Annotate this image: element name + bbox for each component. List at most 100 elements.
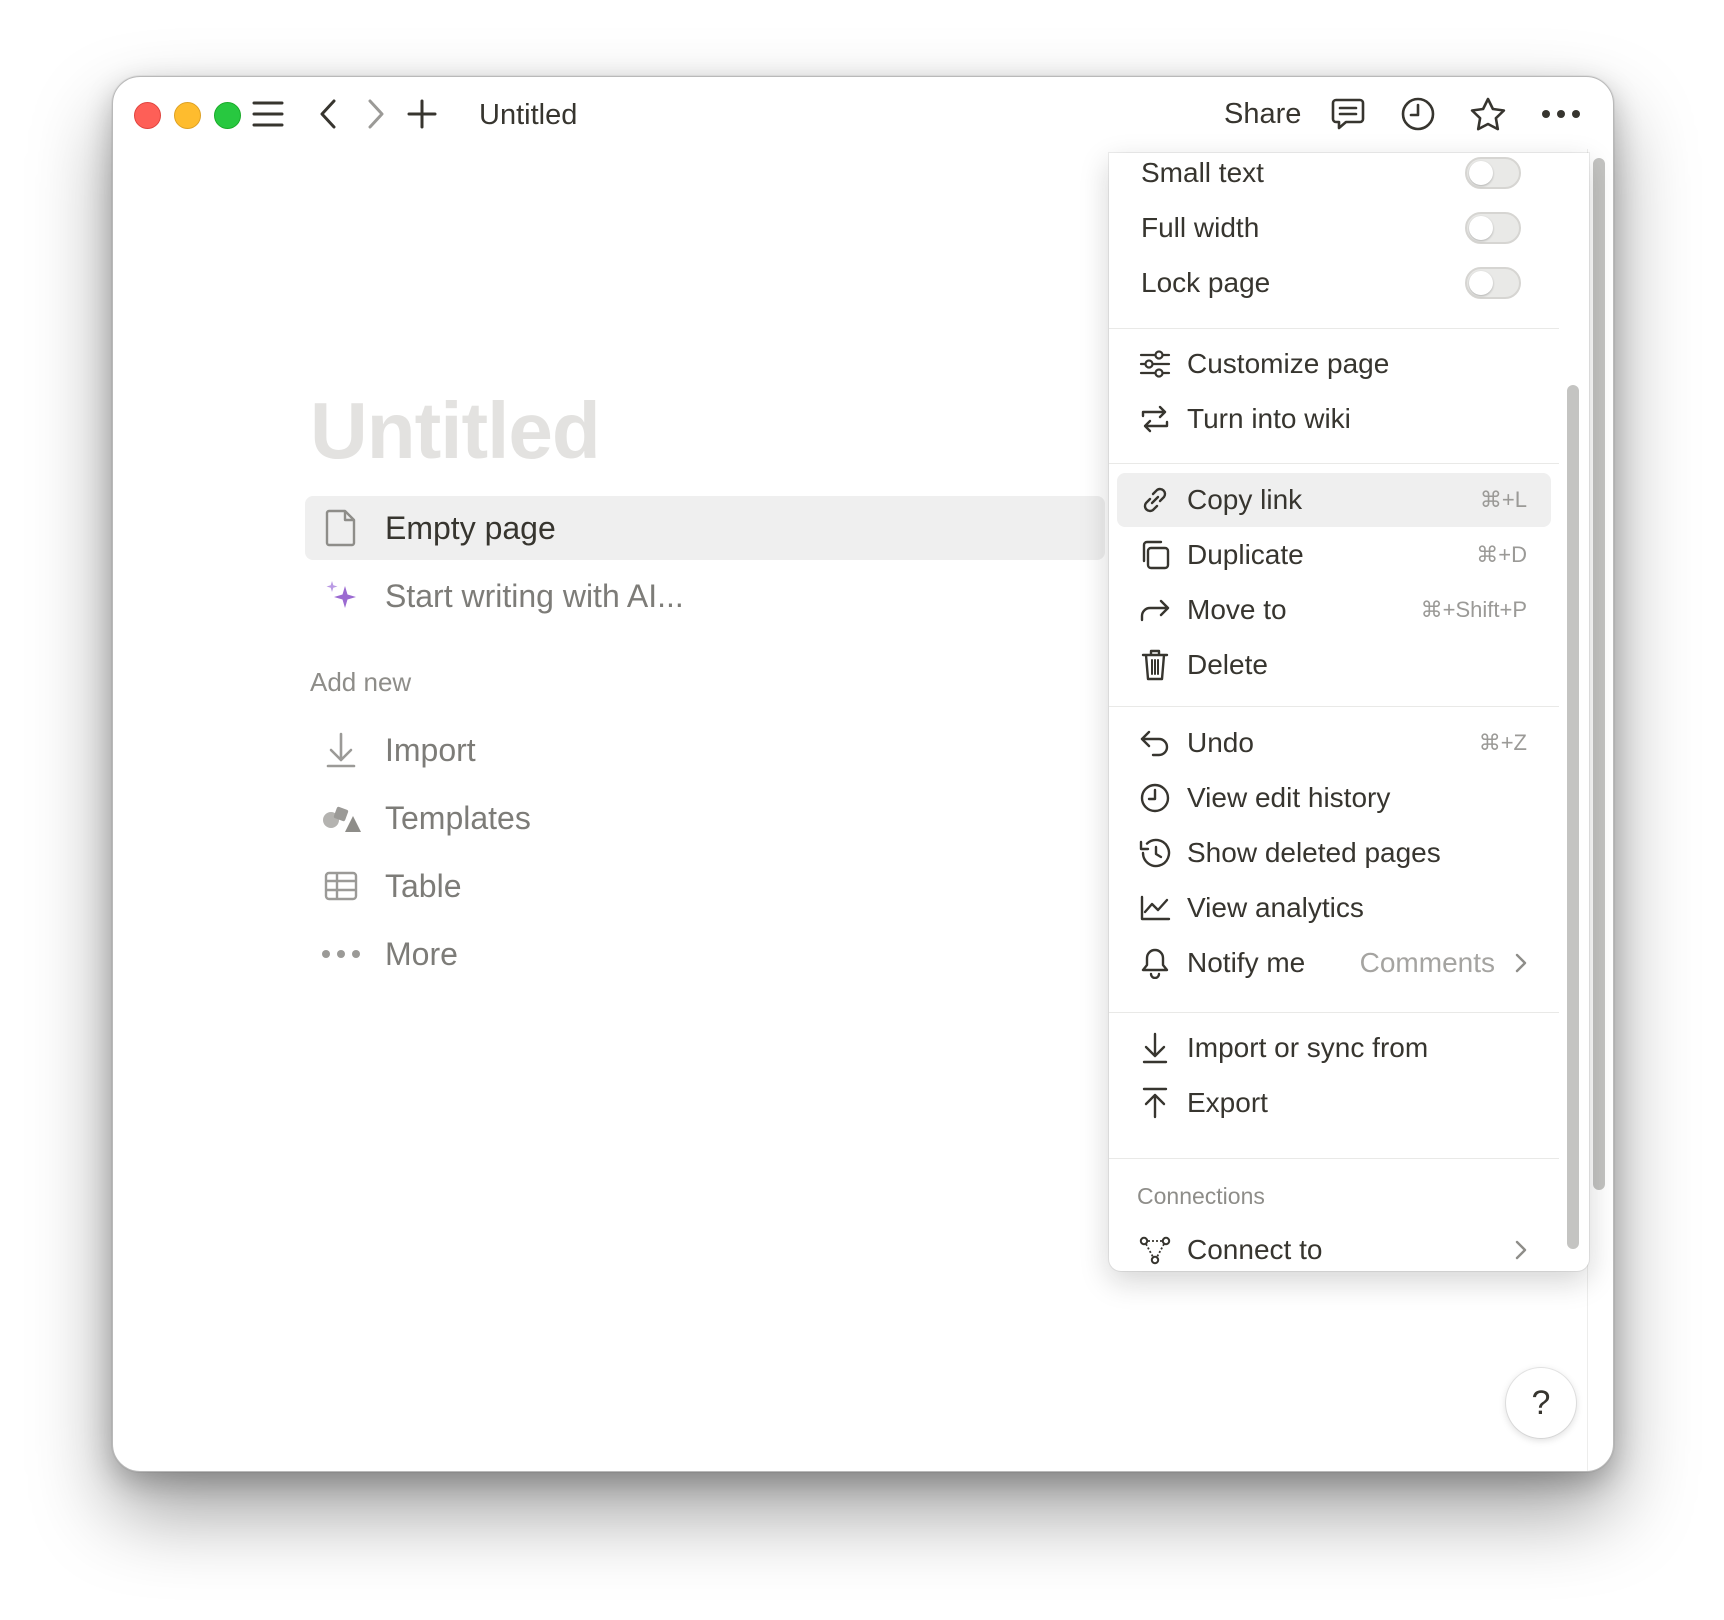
table-icon	[319, 864, 363, 908]
back-icon[interactable]	[309, 95, 347, 133]
delete-item[interactable]: Delete	[1117, 638, 1551, 692]
close-window-button[interactable]	[134, 102, 161, 129]
export-item[interactable]: Export	[1117, 1076, 1551, 1130]
small-text-label: Small text	[1141, 157, 1264, 188]
menu-scrollbar[interactable]	[1567, 385, 1579, 1249]
connect-icon	[1137, 1232, 1173, 1268]
sparkle-icon	[319, 574, 363, 618]
full-width-toggle[interactable]	[1465, 212, 1521, 244]
menu-divider	[1109, 1012, 1559, 1013]
help-button[interactable]: ?	[1506, 1368, 1576, 1438]
deleted-icon	[1137, 835, 1173, 871]
table-option[interactable]: Table	[305, 854, 1105, 918]
duplicate-icon	[1137, 537, 1173, 573]
menu-divider	[1109, 1158, 1559, 1159]
move-icon	[1137, 592, 1173, 628]
app-window: Untitled Share Untitled Empty page Start…	[112, 76, 1614, 1472]
menu-icon[interactable]	[249, 95, 287, 133]
customize-page-label: Customize page	[1187, 348, 1390, 379]
ai-writing-option[interactable]: Start writing with AI...	[305, 564, 1105, 628]
notify-me-item[interactable]: Notify me Comments	[1117, 936, 1551, 990]
small-text-toggle-row[interactable]: Small text	[1117, 153, 1551, 200]
history-icon	[1137, 780, 1173, 816]
full-width-label: Full width	[1141, 212, 1260, 243]
delete-label: Delete	[1187, 649, 1268, 680]
duplicate-shortcut: ⌘+D	[1476, 542, 1527, 567]
undo-shortcut: ⌘+Z	[1478, 730, 1527, 755]
view-edit-history-label: View edit history	[1187, 782, 1391, 813]
menu-divider	[1109, 328, 1559, 329]
connect-to-item[interactable]: Connect to	[1117, 1223, 1551, 1271]
clock-icon[interactable]	[1399, 95, 1437, 133]
import-label: Import	[385, 731, 476, 768]
turn-into-wiki-label: Turn into wiki	[1187, 403, 1351, 434]
connect-to-label: Connect to	[1187, 1234, 1323, 1265]
copy-link-shortcut: ⌘+L	[1479, 487, 1527, 512]
undo-icon	[1137, 725, 1173, 761]
show-deleted-pages-item[interactable]: Show deleted pages	[1117, 826, 1551, 880]
export-label: Export	[1187, 1087, 1268, 1118]
undo-label: Undo	[1187, 727, 1254, 758]
page-options-menu: Small text Full width Lock page Customiz…	[1109, 153, 1589, 1271]
analytics-icon	[1137, 890, 1173, 926]
import-or-sync-label: Import or sync from	[1187, 1032, 1429, 1063]
more-dots-icon	[319, 932, 363, 976]
more-icon[interactable]	[1539, 95, 1583, 133]
page-scrollbar[interactable]	[1593, 158, 1605, 1190]
page-title-placeholder[interactable]: Untitled	[310, 383, 601, 479]
comment-icon[interactable]	[1329, 95, 1367, 133]
view-analytics-label: View analytics	[1187, 892, 1364, 923]
title-bar: Untitled Share	[113, 77, 1613, 149]
bell-icon	[1137, 945, 1173, 981]
empty-page-label: Empty page	[385, 509, 556, 546]
table-label: Table	[385, 867, 462, 904]
copy-link-item[interactable]: Copy link ⌘+L	[1117, 473, 1551, 527]
share-button[interactable]: Share	[1224, 96, 1301, 132]
connections-heading: Connections	[1137, 1183, 1265, 1209]
forward-icon[interactable]	[357, 95, 395, 133]
trash-icon	[1137, 647, 1173, 683]
move-to-item[interactable]: Move to ⌘+Shift+P	[1117, 583, 1551, 637]
notify-me-value: Comments	[1359, 947, 1495, 978]
minimize-window-button[interactable]	[174, 102, 201, 129]
view-edit-history-item[interactable]: View edit history	[1117, 771, 1551, 825]
templates-label: Templates	[385, 799, 531, 836]
menu-divider	[1109, 463, 1559, 464]
page-title-tab[interactable]: Untitled	[479, 97, 577, 133]
turn-into-wiki-item[interactable]: Turn into wiki	[1117, 392, 1551, 446]
chevron-right-icon	[1511, 953, 1531, 973]
undo-item[interactable]: Undo ⌘+Z	[1117, 716, 1551, 770]
templates-option[interactable]: Templates	[305, 786, 1105, 850]
add-new-heading: Add new	[310, 667, 412, 697]
plus-icon[interactable]	[403, 95, 441, 133]
menu-divider	[1109, 706, 1559, 707]
customize-page-item[interactable]: Customize page	[1117, 337, 1551, 391]
show-deleted-pages-label: Show deleted pages	[1187, 837, 1441, 868]
import-icon	[319, 728, 363, 772]
more-label: More	[385, 935, 458, 972]
import-option[interactable]: Import	[305, 718, 1105, 782]
notify-me-label: Notify me	[1187, 947, 1306, 978]
templates-icon	[319, 796, 363, 840]
chevron-right-icon	[1511, 1240, 1531, 1260]
move-to-label: Move to	[1187, 594, 1287, 625]
lock-page-label: Lock page	[1141, 267, 1271, 298]
small-text-toggle[interactable]	[1465, 157, 1521, 189]
empty-page-option[interactable]: Empty page	[305, 496, 1105, 560]
star-icon[interactable]	[1469, 95, 1507, 133]
zoom-window-button[interactable]	[214, 102, 241, 129]
page-icon	[319, 506, 363, 550]
copy-link-label: Copy link	[1187, 484, 1303, 515]
view-analytics-item[interactable]: View analytics	[1117, 881, 1551, 935]
more-option[interactable]: More	[305, 922, 1105, 986]
lock-page-toggle[interactable]	[1465, 267, 1521, 299]
link-icon	[1137, 482, 1173, 518]
full-width-toggle-row[interactable]: Full width	[1117, 201, 1551, 255]
import-or-sync-item[interactable]: Import or sync from	[1117, 1021, 1551, 1075]
export-icon	[1137, 1085, 1173, 1121]
move-to-shortcut: ⌘+Shift+P	[1420, 597, 1527, 622]
duplicate-item[interactable]: Duplicate ⌘+D	[1117, 528, 1551, 582]
duplicate-label: Duplicate	[1187, 539, 1304, 570]
lock-page-toggle-row[interactable]: Lock page	[1117, 256, 1551, 310]
wiki-icon	[1137, 401, 1173, 437]
